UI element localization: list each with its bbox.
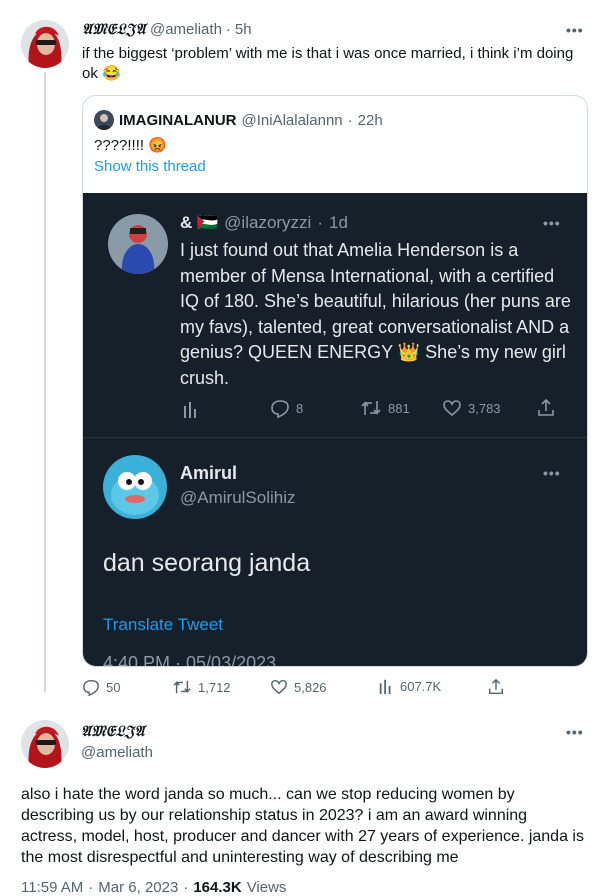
display-name[interactable]: 𝔄𝔐𝔈𝔏𝔍𝔄 bbox=[81, 722, 145, 740]
thread-line bbox=[44, 72, 46, 692]
retweet-icon bbox=[361, 401, 381, 415]
embedded-time: 1d bbox=[329, 213, 348, 232]
translate-link: Translate Tweet bbox=[103, 615, 224, 634]
separator: · bbox=[88, 879, 94, 896]
tweet-text: also i hate the word janda so much... ca… bbox=[21, 786, 584, 866]
display-name[interactable]: 𝔄𝔐𝔈𝔏𝔍𝔄 bbox=[82, 20, 146, 38]
quoted-handle: @IniAlalalannn bbox=[241, 111, 343, 129]
embedded-like: 3,783 bbox=[442, 398, 501, 418]
divider bbox=[83, 437, 587, 438]
share-icon bbox=[536, 398, 556, 418]
more-icon[interactable]: ••• bbox=[566, 724, 584, 740]
reply-count: 8 bbox=[296, 400, 304, 416]
analytics-icon bbox=[182, 400, 200, 418]
separator: · bbox=[347, 111, 353, 129]
separator: · bbox=[317, 213, 324, 232]
timestamp[interactable]: 5h bbox=[235, 21, 252, 38]
share-icon[interactable] bbox=[487, 678, 505, 696]
separator: · bbox=[225, 20, 231, 38]
embedded-header: & 🇵🇸 @ilazoryzzi · 1d bbox=[180, 213, 348, 233]
more-icon[interactable]: ••• bbox=[566, 22, 584, 38]
retweet-icon bbox=[173, 680, 191, 694]
handle[interactable]: @ameliath bbox=[81, 744, 153, 761]
show-thread-link[interactable]: Show this thread bbox=[94, 158, 206, 175]
embedded-avatar bbox=[108, 214, 168, 274]
quoted-avatar bbox=[94, 110, 114, 130]
embedded-reply: 8 bbox=[270, 398, 303, 418]
avatar[interactable] bbox=[21, 20, 69, 68]
handle[interactable]: @ameliath bbox=[150, 21, 222, 38]
embedded-handle-2: @AmirulSolihiz bbox=[180, 488, 296, 507]
embedded-text: I just found out that Amelia Henderson i… bbox=[180, 240, 571, 388]
embedded-text-2: dan seorang janda bbox=[103, 549, 311, 577]
avatar[interactable] bbox=[21, 720, 69, 768]
quoted-header: IMAGINALANUR @IniAlalalannn · 22h bbox=[94, 110, 383, 130]
heart-icon bbox=[271, 679, 287, 695]
tweet-actions: 50 1,712 5,826 607.7K bbox=[82, 678, 582, 698]
like-count: 3,783 bbox=[468, 400, 501, 416]
embedded-timestamp: 4:40 PM · 05/03/2023 bbox=[103, 653, 277, 667]
date[interactable]: Mar 6, 2023 bbox=[98, 879, 178, 896]
tweet-meta: 11:59 AM · Mar 6, 2023 · 164.3K Views bbox=[21, 879, 286, 896]
reply-count: 50 bbox=[106, 679, 121, 695]
attached-image[interactable]: & 🇵🇸 @ilazoryzzi · 1d ••• I just found o… bbox=[83, 193, 587, 667]
embedded-avatar-2 bbox=[103, 455, 167, 519]
embedded-display-name: & 🇵🇸 bbox=[180, 213, 219, 232]
analytics-icon bbox=[379, 679, 391, 694]
embedded-handle: @ilazoryzzi bbox=[224, 213, 312, 232]
reply-icon bbox=[83, 679, 99, 696]
embedded-retweet: 881 bbox=[360, 398, 410, 418]
separator: · bbox=[183, 879, 189, 896]
views-button[interactable]: 607.7K bbox=[378, 678, 441, 694]
like-button[interactable]: 5,826 bbox=[270, 678, 327, 696]
retweet-count: 1,712 bbox=[198, 679, 231, 695]
time[interactable]: 11:59 AM bbox=[21, 879, 83, 896]
quoted-time: 22h bbox=[357, 111, 383, 129]
views-count: 164.3K bbox=[193, 879, 242, 896]
reply-icon bbox=[271, 400, 289, 418]
quoted-text: ????!!!! 😡 bbox=[94, 137, 167, 154]
retweet-count: 881 bbox=[388, 400, 410, 416]
views-count: 607.7K bbox=[400, 678, 442, 694]
embedded-display-name-2: Amirul bbox=[180, 463, 238, 483]
quoted-tweet[interactable]: IMAGINALANUR @IniAlalalannn · 22h ????!!… bbox=[82, 95, 588, 667]
like-count: 5,826 bbox=[294, 679, 327, 695]
tweet-header: 𝔄𝔐𝔈𝔏𝔍𝔄 @ameliath · 5h bbox=[82, 20, 252, 38]
tweet-text: if the biggest ‘problem’ with me is that… bbox=[82, 45, 574, 82]
retweet-button[interactable]: 1,712 bbox=[172, 678, 231, 696]
embedded-actions: 8 881 3,783 bbox=[180, 398, 560, 420]
reply-button[interactable]: 50 bbox=[82, 678, 120, 696]
quoted-display-name: IMAGINALANUR bbox=[119, 111, 237, 129]
embedded-more-icon-2: ••• bbox=[543, 465, 561, 481]
views-label: Views bbox=[246, 879, 287, 896]
heart-icon bbox=[443, 400, 461, 417]
embedded-more-icon: ••• bbox=[543, 215, 561, 231]
